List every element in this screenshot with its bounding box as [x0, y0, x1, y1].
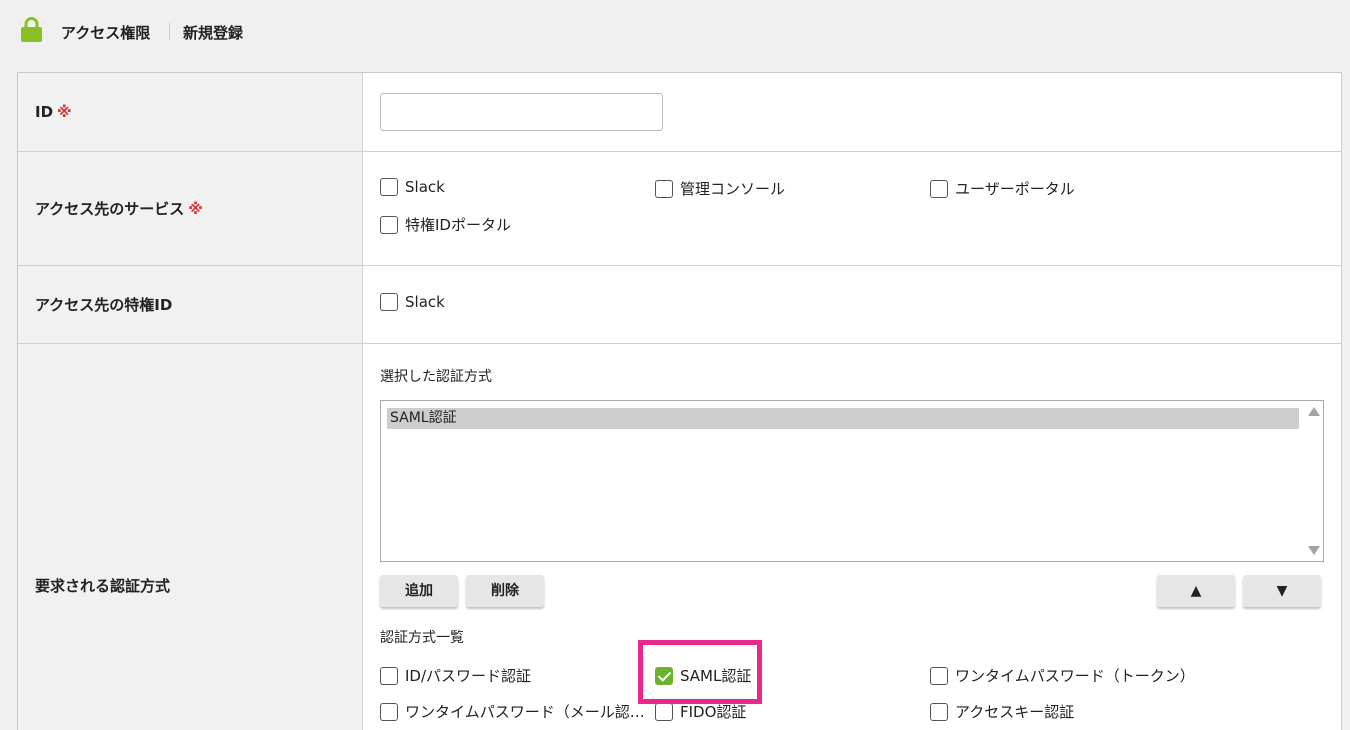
method-checkbox-access-key[interactable]: アクセスキー認証	[930, 701, 1074, 722]
method-checkbox-otp-token[interactable]: ワンタイムパスワード（トークン）	[930, 665, 1195, 686]
move-down-button[interactable]: ▼	[1243, 575, 1321, 607]
page-header: アクセス権限 新規登録	[0, 0, 1350, 64]
move-up-button[interactable]: ▲	[1157, 575, 1235, 607]
id-row: ID ※	[18, 73, 1341, 152]
services-label: アクセス先のサービス ※	[35, 200, 203, 218]
delete-button[interactable]: 削除	[466, 575, 544, 607]
privileged-id-label-cell: アクセス先の特権ID	[18, 266, 363, 343]
checkbox-box[interactable]	[380, 666, 398, 685]
service-checkbox-privileged-id-portal[interactable]: 特権IDポータル	[380, 214, 511, 235]
auth-label-cell: 要求される認証方式	[18, 344, 363, 730]
required-mark: ※	[57, 103, 72, 121]
method-checkbox-otp-email[interactable]: ワンタイムパスワード（メール認…	[380, 701, 645, 722]
checkbox-box[interactable]	[380, 293, 398, 311]
breadcrumb-separator	[169, 23, 170, 40]
services-label-cell: アクセス先のサービス ※	[18, 152, 363, 265]
checkbox-checked[interactable]	[655, 666, 673, 685]
auth-methods-row: 要求される認証方式 選択した認証方式 SAML認証 追加 削除 ▲ ▼ 認証方式…	[18, 344, 1341, 730]
selected-methods-title: 選択した認証方式	[380, 369, 492, 385]
required-mark: ※	[188, 200, 203, 218]
methods-list-title: 認証方式一覧	[380, 630, 464, 646]
scroll-up-arrow-icon[interactable]	[1308, 407, 1320, 416]
lock-icon	[21, 17, 42, 42]
privileged-id-label: アクセス先の特権ID	[35, 296, 173, 314]
privileged-id-row: アクセス先の特権ID Slack	[18, 266, 1341, 344]
checkbox-box[interactable]	[380, 215, 398, 234]
method-checkbox-fido[interactable]: FIDO認証	[655, 701, 746, 722]
listbox-option[interactable]: SAML認証	[387, 408, 1299, 429]
privileged-id-checkbox-slack[interactable]: Slack	[380, 293, 445, 311]
service-checkbox-slack[interactable]: Slack	[380, 178, 445, 196]
checkbox-box[interactable]	[930, 666, 948, 685]
service-checkbox-user-portal[interactable]: ユーザーポータル	[930, 178, 1075, 199]
selected-methods-listbox[interactable]: SAML認証	[380, 400, 1324, 562]
id-label: ID ※	[35, 103, 72, 121]
method-checkbox-saml[interactable]: SAML認証	[655, 665, 751, 686]
method-checkbox-id-password[interactable]: ID/パスワード認証	[380, 665, 531, 686]
scroll-down-arrow-icon[interactable]	[1308, 546, 1320, 555]
breadcrumb-access-permissions[interactable]: アクセス権限	[61, 22, 150, 43]
service-checkbox-admin-console[interactable]: 管理コンソール	[655, 178, 785, 199]
id-label-cell: ID ※	[18, 73, 363, 151]
breadcrumb-new-registration: 新規登録	[183, 24, 244, 42]
auth-methods-label: 要求される認証方式	[35, 577, 171, 595]
checkbox-box[interactable]	[380, 702, 398, 721]
checkbox-box[interactable]	[380, 178, 398, 196]
checkbox-box[interactable]	[930, 179, 948, 198]
checkbox-box[interactable]	[655, 702, 673, 721]
checkbox-box[interactable]	[930, 702, 948, 721]
add-button[interactable]: 追加	[380, 575, 458, 607]
services-row: アクセス先のサービス ※ Slack 管理コンソール ユーザーポータル 特権IDポ…	[18, 152, 1341, 266]
registration-form: ID ※ アクセス先のサービス ※ Slack 管理コンソール ユーザーポータル 特…	[17, 72, 1342, 730]
id-input[interactable]	[380, 93, 663, 131]
checkbox-box[interactable]	[655, 179, 673, 198]
